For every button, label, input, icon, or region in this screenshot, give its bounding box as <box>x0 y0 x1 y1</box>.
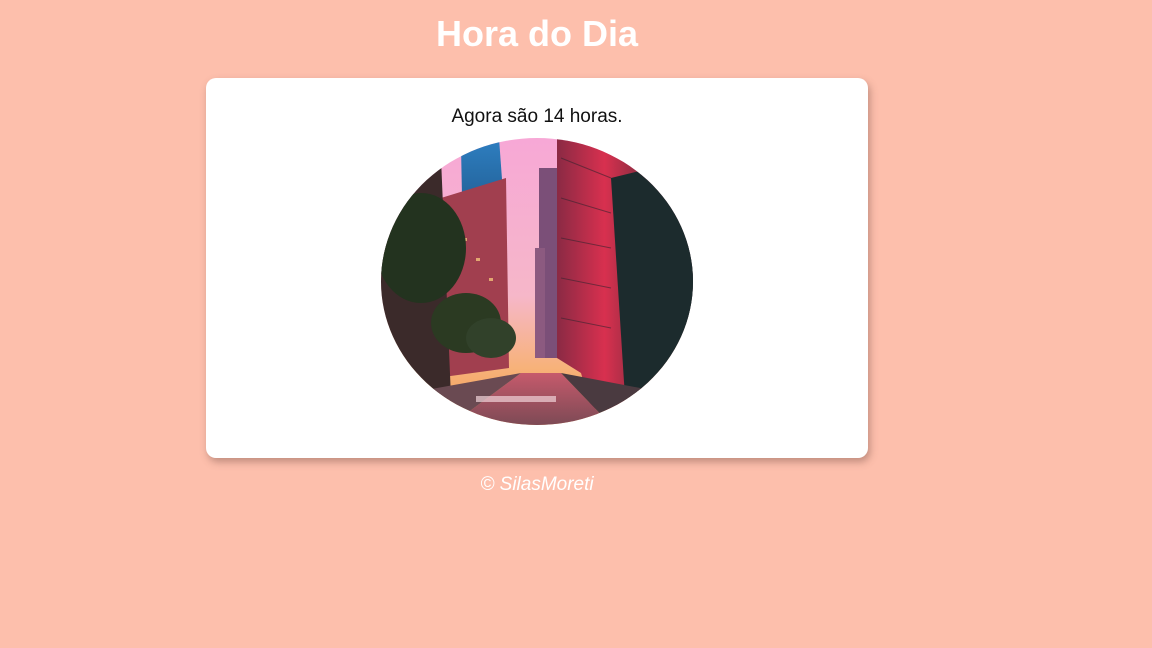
page-title: Hora do Dia <box>435 13 639 54</box>
footer-copyright: © SilasMoreti <box>480 474 594 495</box>
time-message: Agora são 14 horas. <box>451 106 623 127</box>
time-card: Agora são 14 horas. <box>206 78 868 458</box>
street-photo <box>381 138 693 425</box>
